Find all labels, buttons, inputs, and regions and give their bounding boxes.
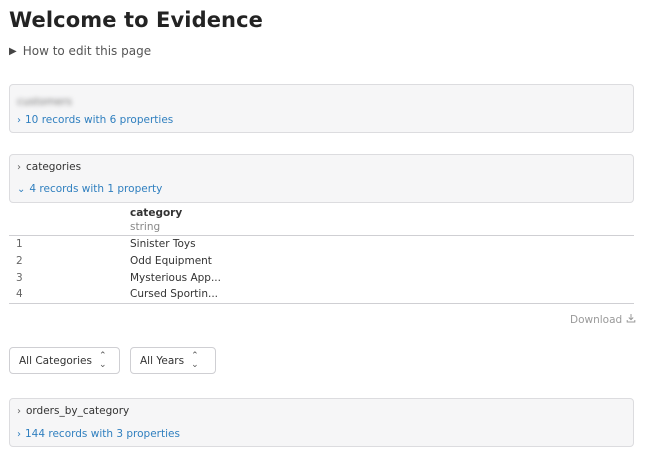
row-index: 1	[16, 238, 23, 250]
cell-category: Odd Equipment	[130, 255, 212, 267]
table-row: 3 Mysterious App...	[9, 270, 634, 287]
page-title: Welcome to Evidence	[9, 8, 263, 32]
triangle-right-icon: ▶	[9, 45, 17, 57]
records-toggle-customers[interactable]: › 10 records with 6 properties	[17, 114, 173, 126]
cell-category: Mysterious App...	[130, 272, 221, 284]
column-type: string	[130, 221, 161, 233]
records-label: 144 records with 3 properties	[25, 428, 180, 440]
cell-category: Cursed Sportin...	[130, 288, 219, 300]
row-index: 4	[16, 288, 23, 300]
year-dropdown-value: All Years	[140, 354, 185, 367]
chevron-down-icon: ⌄	[17, 183, 26, 195]
download-button[interactable]: Download	[570, 313, 636, 326]
chevron-right-icon: ›	[17, 405, 21, 417]
chevron-up-down-icon: ⌃ ⌄	[191, 350, 199, 370]
cell-category: Sinister Toys	[130, 238, 196, 250]
table-row: 1 Sinister Toys	[9, 236, 634, 253]
records-toggle-categories[interactable]: ⌄ 4 records with 1 property	[17, 183, 162, 195]
column-header[interactable]: category	[130, 207, 182, 219]
query-name-label: customers	[17, 96, 72, 108]
category-dropdown-value: All Categories	[19, 354, 92, 367]
query-name-label: orders_by_category	[26, 405, 130, 417]
row-index: 3	[16, 272, 23, 284]
page: Welcome to Evidence ▶ How to edit this p…	[0, 0, 649, 458]
table-row: 4 Cursed Sportin...	[9, 286, 634, 303]
download-label: Download	[570, 313, 623, 326]
query-name-label: categories	[26, 161, 82, 173]
chevron-right-icon: ›	[17, 114, 21, 126]
query-panel-categories: › categories ⌄ 4 records with 1 property	[9, 154, 634, 203]
divider	[9, 303, 634, 304]
table-row: 2 Odd Equipment	[9, 253, 634, 270]
query-name: customers	[17, 96, 72, 108]
records-toggle-orders[interactable]: › 144 records with 3 properties	[17, 428, 180, 440]
records-label: 4 records with 1 property	[29, 183, 163, 195]
row-index: 2	[16, 255, 23, 267]
query-name-toggle-orders[interactable]: › orders_by_category	[17, 405, 129, 417]
category-dropdown[interactable]: All Categories ⌃ ⌄	[9, 347, 120, 374]
details-label: How to edit this page	[22, 44, 152, 58]
query-panel-customers: customers › 10 records with 6 properties	[9, 84, 634, 133]
download-icon	[626, 313, 636, 326]
query-name-toggle-categories[interactable]: › categories	[17, 161, 81, 173]
chevron-right-icon: ›	[17, 161, 21, 173]
records-label: 10 records with 6 properties	[25, 114, 174, 126]
edit-page-details-toggle[interactable]: ▶ How to edit this page	[9, 44, 151, 58]
chevron-right-icon: ›	[17, 428, 21, 440]
chevron-up-down-icon: ⌃ ⌄	[98, 350, 107, 370]
year-dropdown[interactable]: All Years ⌃ ⌄	[130, 347, 216, 374]
query-panel-orders-by-category: › orders_by_category › 144 records with …	[9, 398, 634, 447]
